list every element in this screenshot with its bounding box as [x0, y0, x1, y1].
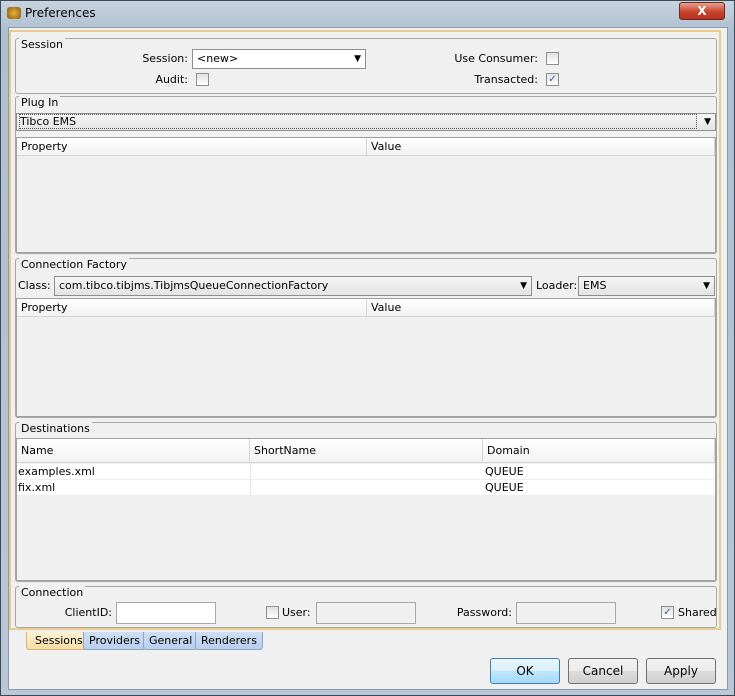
- loader-value: EMS: [583, 279, 607, 292]
- tab-providers[interactable]: Providers: [83, 632, 147, 650]
- chevron-down-icon: ▼: [704, 117, 711, 127]
- section-title: Connection: [19, 586, 86, 599]
- column-header-value[interactable]: Value: [367, 138, 715, 156]
- password-label: Password:: [456, 606, 512, 619]
- chevron-down-icon: ▼: [520, 281, 527, 291]
- close-button[interactable]: X: [679, 2, 725, 20]
- tab-general[interactable]: General: [143, 632, 199, 650]
- use-consumer-checkbox[interactable]: [546, 52, 559, 65]
- session-value: <new>: [197, 52, 239, 65]
- destinations-section: Destinations Name ShortName Domain examp…: [15, 422, 717, 582]
- transacted-checkbox[interactable]: ✓: [546, 73, 559, 86]
- plugin-section: Plug In Tibco EMS ▼ Property Value: [15, 96, 717, 254]
- audit-checkbox[interactable]: [196, 73, 209, 86]
- session-combo[interactable]: <new> ▼: [192, 49, 366, 69]
- shared-checkbox[interactable]: ✓: [661, 606, 674, 619]
- plugin-combo[interactable]: Tibco EMS ▼: [16, 113, 716, 131]
- tab-sessions[interactable]: Sessions: [26, 632, 89, 650]
- window-title: Preferences: [25, 6, 96, 20]
- clientid-label: ClientID:: [64, 606, 112, 619]
- tab-renderers[interactable]: Renderers: [195, 632, 263, 650]
- cell-shortname: [250, 464, 252, 480]
- cell-name: examples.xml: [18, 465, 95, 478]
- loader-combo[interactable]: EMS ▼: [578, 276, 715, 296]
- column-header-property[interactable]: Property: [17, 138, 367, 156]
- class-value: com.tibco.tibjms.TibjmsQueueConnectionFa…: [59, 279, 329, 292]
- user-input[interactable]: [316, 602, 416, 624]
- column-header-value[interactable]: Value: [367, 299, 715, 317]
- transacted-label: Transacted:: [474, 73, 538, 86]
- column-header-name[interactable]: Name: [17, 439, 250, 463]
- use-consumer-label: Use Consumer:: [454, 52, 538, 65]
- session-label: Session:: [142, 52, 188, 65]
- section-title: Session: [19, 38, 65, 51]
- app-icon: [7, 7, 21, 19]
- column-header-property[interactable]: Property: [17, 299, 367, 317]
- section-title: Plug In: [19, 96, 61, 109]
- clientid-input[interactable]: [116, 602, 216, 624]
- column-header-domain[interactable]: Domain: [483, 439, 715, 463]
- chevron-down-icon: ▼: [354, 54, 361, 64]
- table-row[interactable]: fix.xml QUEUE: [17, 480, 715, 496]
- factory-property-table[interactable]: Property Value: [16, 298, 716, 417]
- plugin-property-table[interactable]: Property Value: [16, 137, 716, 253]
- ok-button[interactable]: OK: [490, 658, 560, 684]
- tab-panel: Session Session: <new> ▼ Audit: Use Consu…: [9, 30, 721, 630]
- cancel-button[interactable]: Cancel: [568, 658, 638, 684]
- cell-name: fix.xml: [18, 481, 56, 494]
- user-label: User:: [282, 606, 311, 619]
- apply-button[interactable]: Apply: [646, 658, 716, 684]
- audit-label: Audit:: [155, 73, 188, 86]
- column-header-shortname[interactable]: ShortName: [250, 439, 483, 463]
- plugin-value: Tibco EMS: [19, 114, 697, 129]
- cell-domain: QUEUE: [485, 481, 524, 494]
- destinations-table[interactable]: Name ShortName Domain examples.xml QUEUE…: [16, 438, 716, 581]
- shared-label: Shared: [678, 606, 717, 619]
- class-label: Class:: [18, 279, 51, 292]
- section-title: Destinations: [19, 422, 92, 435]
- table-row[interactable]: examples.xml QUEUE: [17, 464, 715, 480]
- loader-label: Loader:: [536, 279, 578, 292]
- chevron-down-icon: ▼: [703, 281, 710, 291]
- class-combo[interactable]: com.tibco.tibjms.TibjmsQueueConnectionFa…: [54, 276, 532, 296]
- cell-shortname: [250, 480, 252, 496]
- user-checkbox[interactable]: [266, 606, 279, 619]
- cell-domain: QUEUE: [485, 465, 524, 478]
- section-title: Connection Factory: [19, 258, 129, 271]
- password-input[interactable]: [516, 602, 616, 624]
- connection-section: Connection ClientID: User: Password: ✓ S…: [15, 586, 717, 628]
- session-section: Session Session: <new> ▼ Audit: Use Consu…: [15, 38, 717, 94]
- connection-factory-section: Connection Factory Class: com.tibco.tibj…: [15, 258, 717, 418]
